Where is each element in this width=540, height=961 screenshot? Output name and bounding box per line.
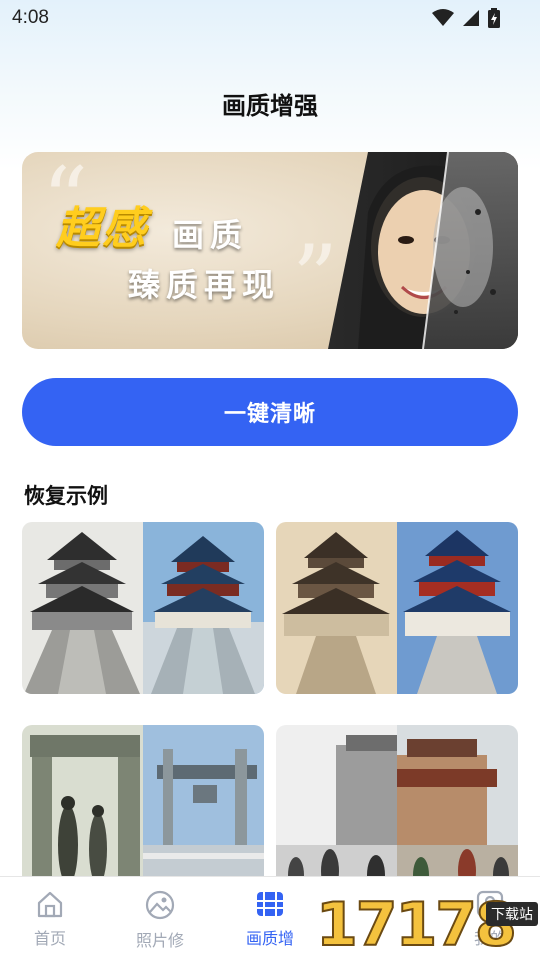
nav-label-photo-repair: 照片修 [135,931,184,950]
page-title: 画质增强 [222,92,318,120]
signal-icon [463,10,479,26]
banner-headline: 画质 [172,216,249,254]
example-card[interactable] [276,522,518,694]
example-before-image [22,522,143,694]
photo-icon [145,890,175,920]
nav-item-photo-repair[interactable]: 照片修 [110,889,210,951]
nav-item-quality-enhance[interactable]: 画质增 [220,889,320,949]
nav-label-quality-enhance: 画质增 [245,929,294,948]
battery-icon [488,8,500,28]
example-card[interactable] [22,725,264,897]
film-icon [257,892,283,916]
home-icon [37,891,63,918]
example-before-image [276,522,397,694]
nav-item-home[interactable]: 首页 [0,889,100,949]
example-after-image [397,522,518,694]
example-after-image [143,522,264,694]
status-time: 4:08 [12,7,49,28]
site-watermark: 17178 下载站 [315,889,540,961]
example-after-image [143,725,264,897]
watermark-digits: 17178 [315,889,518,961]
example-card[interactable] [276,725,518,897]
example-before-image [22,725,143,897]
banner-portrait-image [328,152,518,349]
promo-banner[interactable]: “ ” 超感 画质 臻质再现 [22,152,518,349]
watermark-tag: 下载站 [486,902,538,926]
status-bar: 4:08 [0,0,540,36]
example-before-image [276,725,397,897]
one-click-enhance-button[interactable]: 一键清晰 [22,378,518,446]
banner-subheadline: 臻质再现 [128,266,281,304]
wifi-icon [432,9,454,26]
examples-section-title: 恢复示例 [24,484,108,508]
status-icons [432,8,500,28]
example-card[interactable] [22,522,264,694]
banner-headline-highlight: 超感 [56,203,148,254]
nav-label-home: 首页 [33,929,66,948]
example-after-image [397,725,518,897]
